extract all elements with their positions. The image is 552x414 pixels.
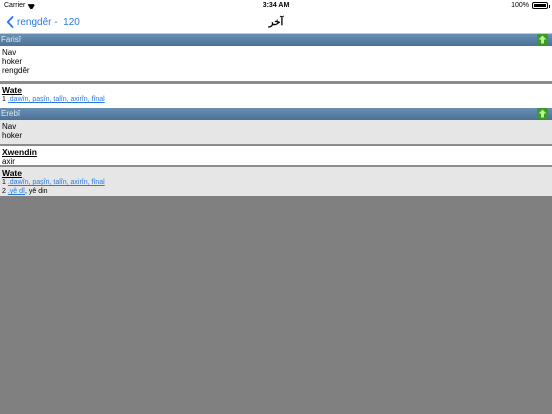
section-header-erebi[interactable]: Erebî	[0, 108, 552, 120]
definition-link[interactable]: .yê dî	[8, 188, 25, 195]
list-item: Nav	[2, 48, 17, 57]
meaning-block-erebi: Wate 1 .dawîn, paşîn, talîn, axirîn, fîn…	[0, 167, 552, 196]
definition-line: 2 .yê dî, yê din	[2, 187, 550, 196]
definition-line: 1 .dawîn, paşîn, talîn, axirîn, fînal	[2, 95, 550, 104]
definition-link[interactable]: .dawîn, paşîn, talîn, axirîn, fînal	[8, 179, 105, 186]
dictionary-content: Farisî Nav hoker rengdêr Wate 1 .dawîn, …	[0, 34, 552, 196]
battery-fill	[534, 4, 546, 7]
status-bar: Carrier 3:34 AM 100%	[0, 0, 552, 12]
list-item: hoker	[2, 57, 23, 66]
meaning-title: Wate	[2, 168, 22, 178]
list-item: Nav	[2, 122, 17, 131]
status-right: 100%	[511, 2, 550, 9]
definition-text: , yê din	[24, 188, 48, 195]
word-type-list-farisi: Nav hoker rengdêr	[0, 46, 552, 81]
up-arrow-icon[interactable]	[537, 34, 548, 45]
section-header-label: Erebî	[1, 109, 21, 118]
status-time: 3:34 AM	[262, 2, 290, 9]
reading-title: Xwendin	[2, 147, 37, 157]
page-title: آخر	[268, 17, 284, 28]
navigation-bar: rengdêr - 120 آخر	[0, 12, 552, 34]
meaning-block-farisi: Wate 1 .dawîn, paşîn, talîn, axirîn, fîn…	[0, 84, 552, 108]
list-item: rengdêr	[2, 66, 30, 75]
section-header-farisi[interactable]: Farisî	[0, 34, 552, 46]
section-header-label: Farisî	[1, 35, 21, 44]
word-type-list-erebi: Nav hoker	[0, 120, 552, 144]
definition-link[interactable]: .dawîn, paşîn, talîn, axirîn, fînal	[8, 96, 105, 103]
up-arrow-icon[interactable]	[537, 108, 548, 119]
reading-block-erebi: Xwendin axir	[0, 146, 552, 166]
list-item: hoker	[2, 131, 23, 140]
definition-line: 1 .dawîn, paşîn, talîn, axirîn, fînal	[2, 178, 550, 187]
battery-percent: 100%	[511, 2, 529, 9]
meaning-title: Wate	[2, 85, 22, 95]
battery-icon	[532, 2, 550, 9]
